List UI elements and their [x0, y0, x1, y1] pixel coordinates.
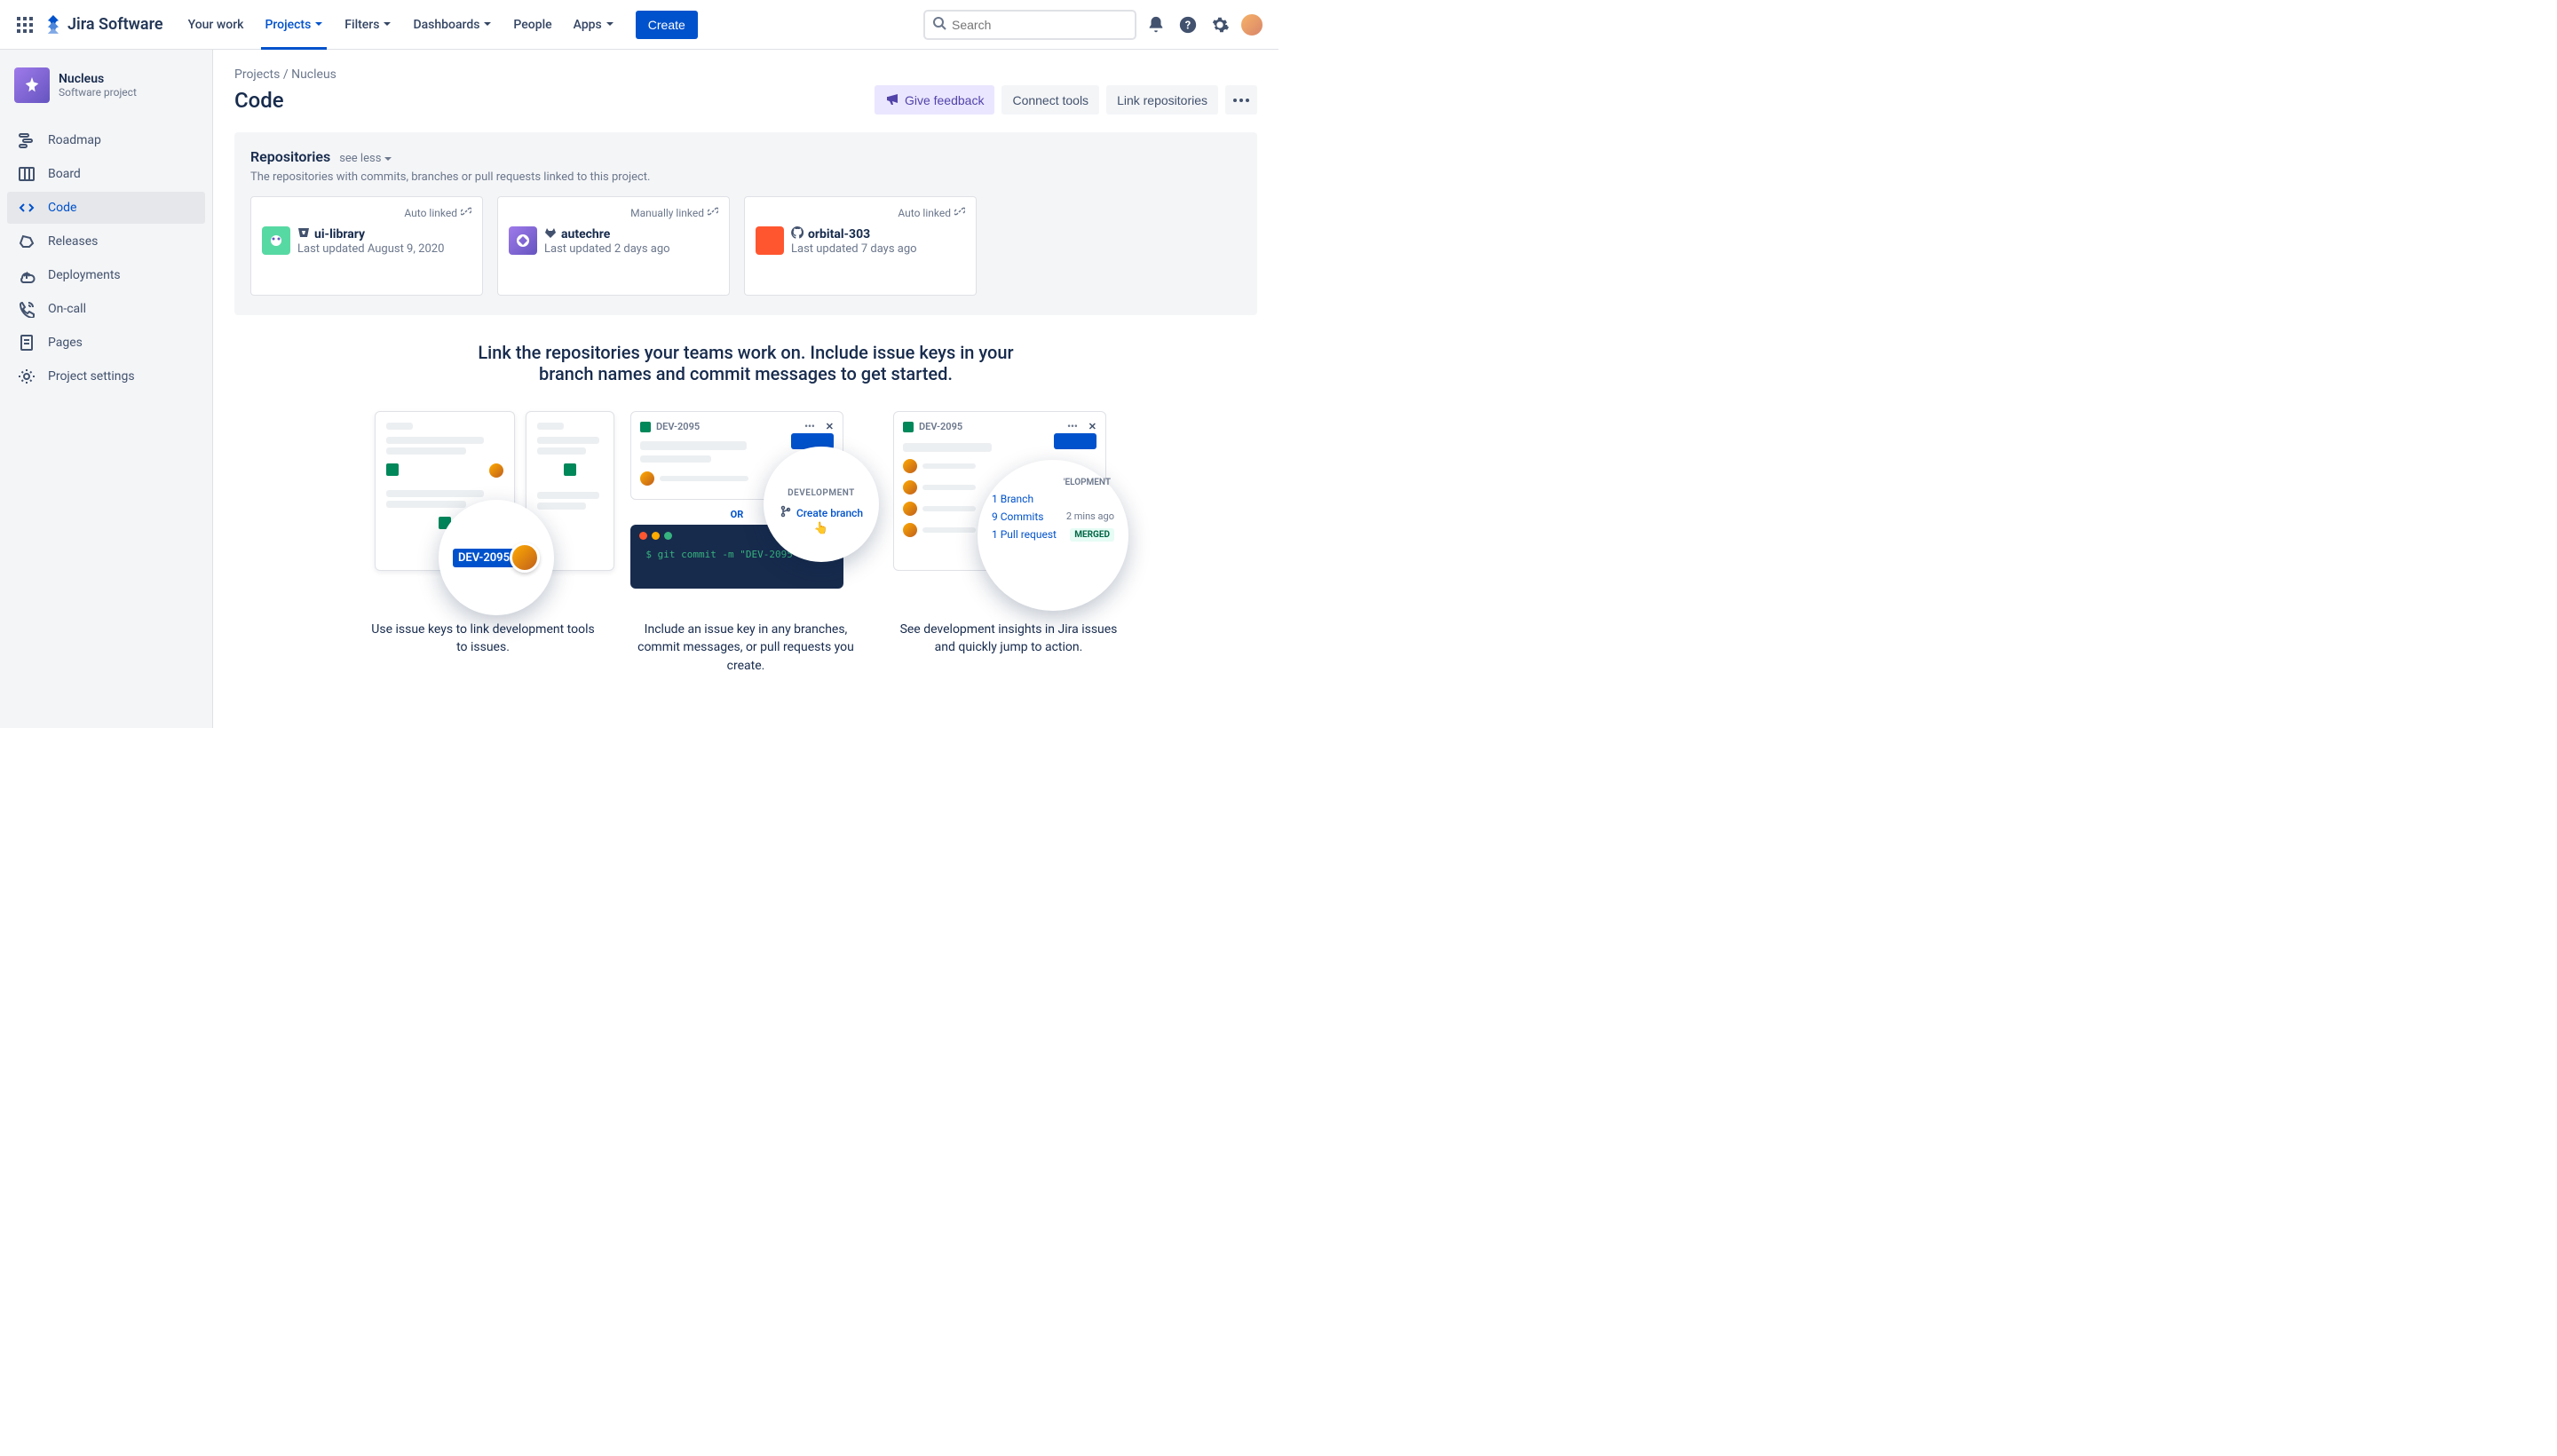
jira-logo-text: Jira Software [67, 15, 163, 34]
create-branch-link: Create branch [780, 505, 863, 520]
page-title: Code [234, 88, 284, 113]
github-icon [791, 226, 804, 242]
explainer: Link the repositories your teams work on… [234, 342, 1257, 675]
breadcrumb-project[interactable]: Nucleus [291, 67, 336, 82]
repo-card[interactable]: Manually linked autechre Last updated 2 … [497, 196, 730, 296]
sidebar-board[interactable]: Board [7, 158, 205, 190]
jira-logo[interactable]: Jira Software [43, 14, 163, 36]
tile-caption: See development insights in Jira issues … [893, 621, 1124, 657]
more-actions-button[interactable] [1225, 85, 1257, 115]
repositories-subtitle: The repositories with commits, branches … [250, 170, 1241, 184]
settings-icon[interactable] [1206, 11, 1234, 39]
app-switcher-icon[interactable] [11, 11, 39, 39]
deployments-icon [16, 266, 37, 284]
jira-logo-icon [43, 14, 64, 36]
tile-illustration: DEV-2095 [368, 411, 598, 606]
avatar-icon [510, 542, 540, 573]
search-input[interactable] [952, 18, 1128, 32]
sidebar-nav: Roadmap Board Code Releases Deployments … [7, 124, 205, 392]
pages-icon [16, 334, 37, 352]
top-nav: Jira Software Your work Projects Filters… [0, 0, 1278, 50]
repositories-title: Repositories [250, 148, 330, 165]
chevron-down-icon [483, 18, 492, 32]
nav-filters[interactable]: Filters [337, 0, 399, 50]
nav-items: Your work Projects Filters Dashboards Pe… [178, 0, 698, 50]
project-header[interactable]: Nucleus Software project [7, 67, 205, 114]
see-less-toggle[interactable]: see less [339, 152, 392, 165]
breadcrumb-root[interactable]: Projects [234, 67, 280, 82]
sidebar: Nucleus Software project Roadmap Board C… [0, 50, 213, 728]
explainer-tile-3: DEV-2095•••✕ 'ELOPMENT 1 Branch 9 Commit… [893, 411, 1124, 675]
nav-people[interactable]: People [506, 0, 558, 50]
chevron-down-icon [383, 18, 392, 32]
sidebar-roadmap[interactable]: Roadmap [7, 124, 205, 156]
give-feedback-button[interactable]: Give feedback [875, 85, 995, 115]
issue-key-tag: DEV-2095 [453, 549, 515, 567]
gear-icon [16, 368, 37, 385]
megaphone-icon [885, 91, 899, 108]
explainer-title: Link the repositories your teams work on… [462, 342, 1030, 384]
repo-card[interactable]: Auto linked ui-library Last updated Augu… [250, 196, 483, 296]
sidebar-oncall[interactable]: On-call [7, 293, 205, 325]
gitlab-icon [544, 226, 557, 242]
chevron-down-icon [314, 18, 323, 32]
nav-your-work[interactable]: Your work [181, 0, 251, 50]
search-field[interactable] [923, 10, 1136, 40]
nav-apps[interactable]: Apps [566, 0, 621, 50]
tile-caption: Include an issue key in any branches, co… [630, 621, 861, 675]
branch-icon [780, 505, 792, 520]
bitbucket-icon [297, 226, 310, 242]
notifications-icon[interactable] [1142, 11, 1170, 39]
explainer-tile-2: DEV-2095•••✕ OR $ git commit -m "DEV-209… [630, 411, 861, 675]
tile-illustration: DEV-2095•••✕ 'ELOPMENT 1 Branch 9 Commit… [893, 411, 1124, 606]
search-icon [932, 16, 946, 34]
sidebar-project-settings[interactable]: Project settings [7, 360, 205, 392]
tile-illustration: DEV-2095•••✕ OR $ git commit -m "DEV-209… [630, 411, 861, 606]
sidebar-releases[interactable]: Releases [7, 226, 205, 257]
tile-caption: Use issue keys to link development tools… [368, 621, 598, 657]
cursor-icon: 👆 [814, 522, 828, 535]
development-label: 'ELOPMENT [988, 478, 1118, 487]
nav-dashboards[interactable]: Dashboards [406, 0, 499, 50]
link-repositories-button[interactable]: Link repositories [1106, 85, 1218, 115]
code-icon [16, 199, 37, 217]
nav-projects[interactable]: Projects [257, 0, 330, 50]
project-name: Nucleus [59, 72, 137, 86]
releases-icon [16, 233, 37, 250]
repo-card[interactable]: Auto linked orbital-303 Last updated 7 d… [744, 196, 977, 296]
repo-avatar [756, 226, 784, 255]
development-label: DEVELOPMENT [788, 488, 855, 498]
link-icon [708, 206, 718, 219]
breadcrumb: Projects / Nucleus [234, 67, 1257, 82]
project-icon [14, 67, 50, 103]
sidebar-pages[interactable]: Pages [7, 327, 205, 359]
svg-text:?: ? [1185, 19, 1191, 32]
user-avatar[interactable] [1238, 11, 1266, 39]
avatar-image [1239, 12, 1264, 37]
roadmap-icon [16, 131, 37, 149]
project-type: Software project [59, 86, 137, 99]
repo-avatar [262, 226, 290, 255]
create-button[interactable]: Create [636, 11, 698, 39]
repositories-panel: Repositories see less The repositories w… [234, 132, 1257, 315]
board-icon [16, 165, 37, 183]
repo-avatar [509, 226, 537, 255]
link-icon [461, 206, 471, 219]
oncall-icon [16, 300, 37, 318]
connect-tools-button[interactable]: Connect tools [1001, 85, 1099, 115]
help-icon[interactable]: ? [1174, 11, 1202, 39]
explainer-tile-1: DEV-2095 Use issue keys to link developm… [368, 411, 598, 675]
link-icon [954, 206, 965, 219]
chevron-down-icon [606, 18, 614, 32]
sidebar-deployments[interactable]: Deployments [7, 259, 205, 291]
main-content: Projects / Nucleus Code Give feedback Co… [213, 50, 1278, 728]
sidebar-code[interactable]: Code [7, 192, 205, 224]
